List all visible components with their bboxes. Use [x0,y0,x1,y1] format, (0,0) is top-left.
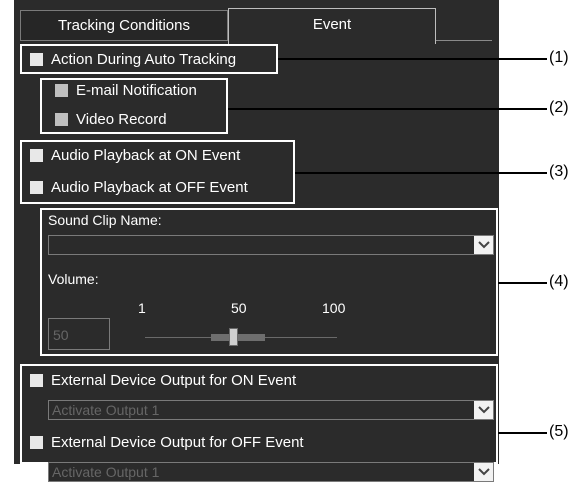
tab-tracking-conditions[interactable]: Tracking Conditions [20,10,228,41]
tab-baseline [436,40,492,41]
volume-slider-thumb[interactable] [229,328,238,346]
ext-on-row[interactable]: External Device Output for ON Event [30,372,296,389]
checkbox-icon[interactable] [30,436,43,449]
checkbox-icon[interactable] [30,53,43,66]
audio-off-label: Audio Playback at OFF Event [51,179,248,196]
volume-label: Volume: [48,271,99,287]
ext-on-select-value: Activate Output 1 [52,402,160,418]
callout-line-3 [295,172,547,174]
volume-input[interactable]: 50 [48,318,110,350]
callout-line-5 [498,432,547,434]
ext-off-select-value: Activate Output 1 [52,464,160,480]
callout-label-2: (2) [549,99,569,116]
video-record-label: Video Record [76,111,167,128]
audio-off-row[interactable]: Audio Playback at OFF Event [30,179,248,196]
sound-clip-label: Sound Clip Name: [48,212,162,228]
callout-line-4 [498,282,547,284]
ext-off-label: External Device Output for OFF Event [51,434,304,451]
tab-event[interactable]: Event [228,8,436,44]
sound-clip-select[interactable] [48,235,494,255]
chevron-down-icon[interactable] [474,463,493,481]
callout-label-1: (1) [549,49,569,66]
action-auto-tracking-label: Action During Auto Tracking [51,51,237,68]
checkbox-icon[interactable] [55,113,68,126]
callout-label-5: (5) [549,423,569,440]
chevron-down-icon[interactable] [474,401,493,419]
ext-off-select[interactable]: Activate Output 1 [48,462,494,482]
volume-max-label: 100 [322,300,346,316]
chevron-down-icon[interactable] [474,236,493,254]
callout-label-3: (3) [549,163,569,180]
email-notification-label: E-mail Notification [76,82,197,99]
video-record-row[interactable]: Video Record [55,111,167,128]
email-notification-row[interactable]: E-mail Notification [55,82,197,99]
audio-on-label: Audio Playback at ON Event [51,147,241,164]
callout-label-4: (4) [549,273,569,290]
volume-mid-label: 50 [231,300,247,316]
checkbox-icon[interactable] [55,84,68,97]
volume-slider-range [211,334,265,341]
ext-off-row[interactable]: External Device Output for OFF Event [30,434,304,451]
volume-min-label: 1 [138,300,146,316]
checkbox-icon[interactable] [30,374,43,387]
action-auto-tracking-row[interactable]: Action During Auto Tracking [30,51,236,68]
checkbox-icon[interactable] [30,181,43,194]
audio-on-row[interactable]: Audio Playback at ON Event [30,147,240,164]
ext-on-select[interactable]: Activate Output 1 [48,400,494,420]
callout-line-2 [228,108,547,110]
callout-line-1 [278,58,547,60]
ext-on-label: External Device Output for ON Event [51,372,297,389]
checkbox-icon[interactable] [30,149,43,162]
